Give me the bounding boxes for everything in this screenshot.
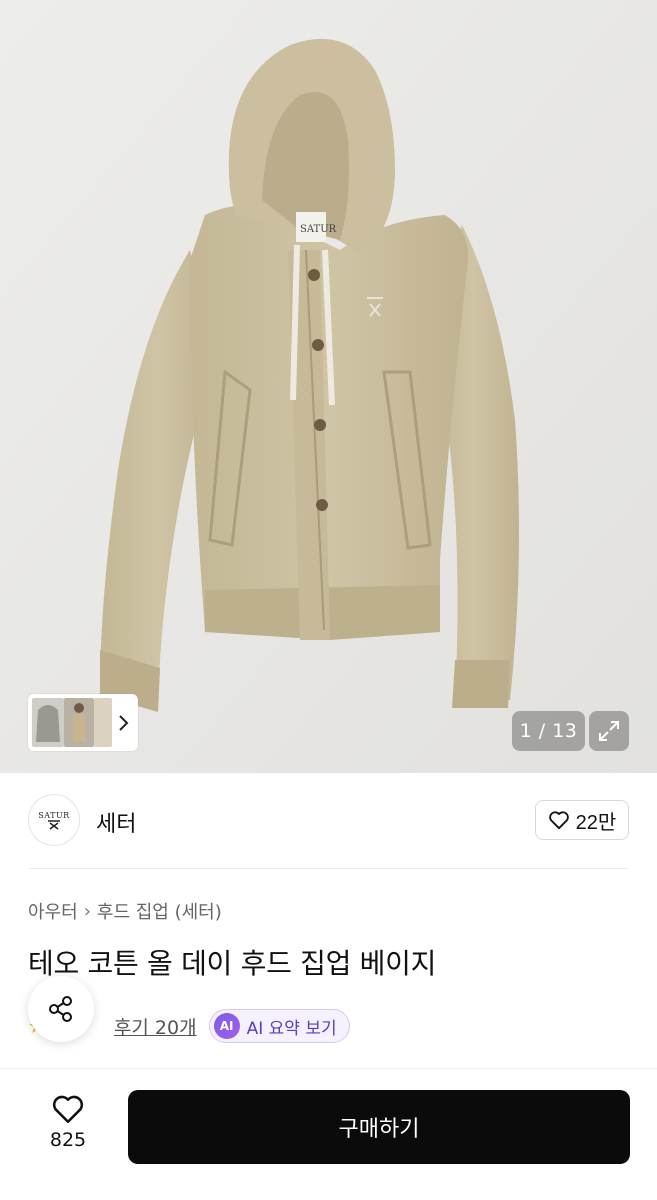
chevron-right-icon[interactable] bbox=[112, 714, 134, 732]
divider bbox=[28, 868, 629, 869]
chevron-right-icon: › bbox=[83, 900, 91, 922]
ai-badge-icon: AI bbox=[213, 1013, 240, 1039]
share-button[interactable] bbox=[28, 976, 94, 1042]
svg-text:SATUR: SATUR bbox=[300, 224, 337, 235]
brand-favorite-count: 22만 bbox=[575, 811, 617, 834]
brand-name[interactable]: 세터 bbox=[96, 806, 136, 838]
heart-outline-icon bbox=[548, 811, 569, 830]
buy-button[interactable]: 구매하기 bbox=[128, 1090, 630, 1164]
brand-logo[interactable]: SATUR bbox=[28, 794, 80, 846]
thumbnail-image[interactable] bbox=[64, 698, 94, 747]
brand-row: SATUR 세터 22만 bbox=[0, 773, 657, 867]
bottom-action-bar: 825 구매하기 bbox=[0, 1068, 657, 1200]
ai-summary-label: AI 요약 보기 bbox=[246, 1018, 337, 1039]
breadcrumb-item-category[interactable]: 아우터 bbox=[28, 898, 78, 924]
brand-logo-mark-icon bbox=[48, 819, 60, 830]
thumbnail-image[interactable] bbox=[32, 698, 64, 747]
expand-icon[interactable] bbox=[589, 711, 629, 751]
product-photo: SATUR bbox=[0, 0, 657, 773]
breadcrumb: 아우터 › 후드 집업 (세터) bbox=[28, 898, 222, 924]
like-button[interactable]: 825 bbox=[28, 1093, 108, 1163]
product-image-gallery[interactable]: SATUR 1 / 13 bbox=[0, 0, 657, 773]
share-icon bbox=[49, 996, 72, 1022]
image-counter: 1 / 13 bbox=[512, 711, 585, 751]
heart-outline-icon bbox=[52, 1095, 84, 1124]
ai-summary-button[interactable]: AI AI 요약 보기 bbox=[208, 1009, 350, 1043]
thumbnail-image[interactable] bbox=[94, 698, 112, 747]
review-link[interactable]: 후기 20개 bbox=[114, 1013, 197, 1040]
like-count: 825 bbox=[49, 1129, 87, 1151]
thumbnail-strip[interactable] bbox=[28, 694, 138, 751]
brand-favorite-button[interactable]: 22만 bbox=[535, 800, 629, 840]
product-title: 테오 코튼 올 데이 후드 집업 베이지 bbox=[28, 947, 437, 980]
brand-logo-text: SATUR bbox=[38, 810, 70, 820]
breadcrumb-item-subcategory[interactable]: 후드 집업 (세터) bbox=[97, 898, 222, 924]
